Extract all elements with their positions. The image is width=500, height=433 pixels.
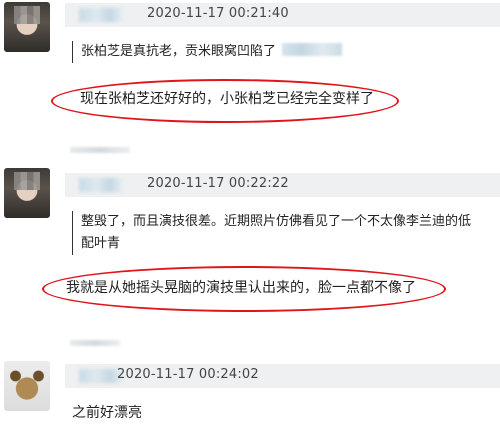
avatar-mosaic bbox=[14, 6, 40, 24]
comment-timestamp: 2020-11-17 00:22:22 bbox=[147, 176, 289, 191]
quoted-text: 张柏芝是真抗老，贡米眼窝凹陷了 bbox=[81, 44, 277, 59]
quoted-comment: 张柏芝是真抗老，贡米眼窝凹陷了 bbox=[72, 41, 343, 63]
comment-header: 2020-11-17 00:21:40 bbox=[65, 3, 500, 27]
comment-2: 2020-11-17 00:22:22 整毁了，而且演技很差。近期照片仿佛看见了… bbox=[0, 160, 500, 312]
avatar-mosaic bbox=[14, 172, 40, 190]
avatar-image bbox=[4, 361, 50, 411]
comment-header: 2020-11-17 00:24:02 bbox=[65, 364, 500, 388]
username-blurred[interactable] bbox=[79, 8, 123, 22]
user-avatar[interactable] bbox=[4, 2, 50, 52]
comment-timestamp: 2020-11-17 00:24:02 bbox=[117, 367, 259, 382]
quoted-username-blurred bbox=[282, 43, 343, 56]
quoted-comment: 整毁了，而且演技很差。近期照片仿佛看见了一个不太像李兰迪的低 配叶青 bbox=[72, 211, 471, 255]
comment-timestamp: 2020-11-17 00:21:40 bbox=[147, 6, 289, 21]
username-blurred[interactable] bbox=[79, 178, 123, 192]
user-avatar[interactable] bbox=[4, 168, 50, 218]
highlight-circle bbox=[42, 266, 446, 312]
comment-3: 2020-11-17 00:24:02 之前好漂亮 bbox=[0, 350, 500, 433]
blurred-fragment bbox=[70, 340, 120, 346]
comment-header: 2020-11-17 00:22:22 bbox=[65, 173, 500, 197]
comment-1: 2020-11-17 00:21:40 张柏芝是真抗老，贡米眼窝凹陷了 现在张柏… bbox=[0, 0, 500, 130]
highlight-circle bbox=[51, 79, 399, 123]
quoted-text-line-2: 配叶青 bbox=[81, 236, 121, 251]
user-avatar[interactable] bbox=[4, 361, 50, 411]
blurred-fragment bbox=[70, 147, 130, 153]
reply-text: 之前好漂亮 bbox=[72, 405, 142, 421]
quoted-text-line-1: 整毁了，而且演技很差。近期照片仿佛看见了一个不太像李兰迪的低 bbox=[81, 214, 472, 229]
